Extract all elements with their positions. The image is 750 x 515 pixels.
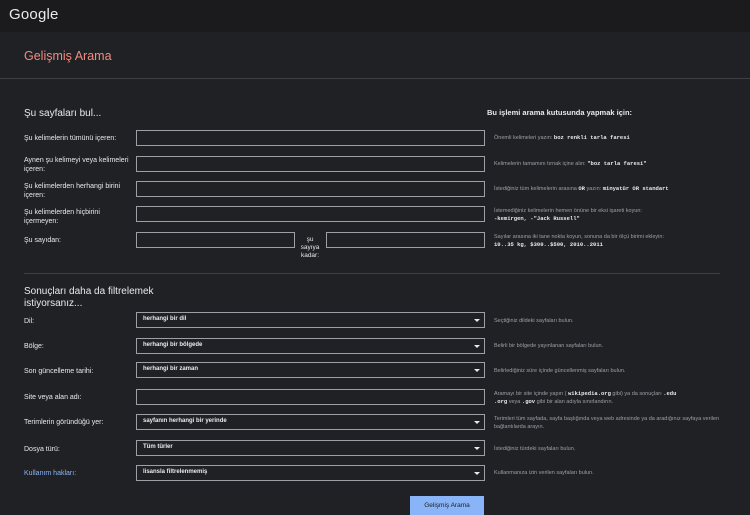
- last-update-select[interactable]: herhangi bir zaman: [136, 362, 485, 378]
- usage-rights-link[interactable]: Kullanım hakları:: [24, 469, 134, 478]
- none-words-label: Şu kelimelerden hiçbirini içermeyen:: [24, 209, 100, 225]
- chevron-down-icon: [474, 472, 480, 475]
- exact-phrase-hint: Kelimelerin tamamını tırnak içine alın: …: [494, 160, 647, 167]
- page-title: Gelişmiş Arama: [24, 49, 112, 63]
- region-select[interactable]: herhangi bir bölgede: [136, 338, 485, 354]
- top-bar: Google: [0, 0, 750, 32]
- last-update-label: Son güncelleme tarihi:: [24, 368, 94, 375]
- advanced-search-button[interactable]: Gelişmiş Arama: [410, 496, 484, 515]
- file-type-select[interactable]: Tüm türler: [136, 440, 485, 456]
- usage-rights-hint: Kullanmanıza izin verilen sayfaları bulu…: [494, 470, 594, 476]
- any-words-input[interactable]: [136, 181, 485, 197]
- site-domain-input[interactable]: [136, 389, 485, 405]
- usage-rights-select[interactable]: lisansla filtrelenmemiş: [136, 465, 485, 481]
- language-label: Dil:: [24, 318, 35, 325]
- chevron-down-icon: [474, 319, 480, 322]
- range-to-input[interactable]: [326, 232, 485, 248]
- number-range-label: Şu sayıdan:: [24, 237, 61, 244]
- chevron-down-icon: [474, 421, 480, 424]
- usage-rights-select-value: lisansla filtrelenmemiş: [143, 469, 208, 475]
- chevron-down-icon: [474, 369, 480, 372]
- file-type-label: Dosya türü:: [24, 446, 60, 453]
- terms-location-hint: Terimleri tüm sayfada, sayfa başlığında …: [494, 416, 720, 430]
- none-words-input[interactable]: [136, 206, 485, 222]
- find-section-heading: Şu sayfaları bul...: [24, 108, 102, 119]
- last-update-select-value: herhangi bir zaman: [143, 366, 199, 372]
- terms-location-select[interactable]: sayfanın herhangi bir yerinde: [136, 414, 485, 430]
- file-type-select-value: Tüm türler: [143, 444, 173, 450]
- exact-phrase-label: Aynen şu kelimeyi veya kelimeleri içeren…: [24, 157, 129, 173]
- any-words-label: Şu kelimelerden herhangi birini içeren:: [24, 183, 121, 199]
- language-select[interactable]: herhangi bir dil: [136, 312, 485, 328]
- site-domain-label: Site veya alan adı:: [24, 394, 82, 401]
- region-label: Bölge:: [24, 343, 44, 350]
- any-words-hint: İstediğiniz tüm kelimelerin arasına OR y…: [494, 185, 669, 192]
- none-words-hint: İstemediğiniz kelimelerin hemen önüne bi…: [494, 208, 642, 222]
- all-words-input[interactable]: [136, 130, 485, 146]
- section-divider: [24, 273, 720, 274]
- region-select-value: herhangi bir bölgede: [143, 342, 203, 348]
- range-between-label: şu sayıya kadar:: [300, 236, 320, 259]
- terms-location-label: Terimlerin göründüğü yer:: [24, 419, 104, 426]
- terms-location-select-value: sayfanın herhangi bir yerinde: [143, 418, 227, 424]
- google-logo[interactable]: Google: [9, 6, 59, 23]
- last-update-hint: Belirlediğiniz süre içinde güncellenmiş …: [494, 368, 626, 374]
- file-type-hint: İstediğiniz türdeki sayfaları bulun.: [494, 446, 576, 452]
- language-hint: Seçtiğiniz dildeki sayfaları bulun.: [494, 318, 574, 324]
- site-domain-hint: Aramayı bir site içinde yapın ( wikipedi…: [494, 390, 677, 405]
- filter-section-heading: Sonuçları daha da filtrelemek istiyorsan…: [24, 286, 154, 309]
- range-from-input[interactable]: [136, 232, 295, 248]
- number-range-hint: Sayılar arasına iki tane nokta koyun, so…: [494, 234, 664, 248]
- language-select-value: herhangi bir dil: [143, 316, 187, 322]
- search-box-heading: Bu işlemi arama kutusunda yapmak için:: [487, 108, 633, 117]
- chevron-down-icon: [474, 447, 480, 450]
- exact-phrase-input[interactable]: [136, 156, 485, 172]
- region-hint: Belirli bir bölgede yayınlanan sayfaları…: [494, 343, 604, 349]
- title-bar: Gelişmiş Arama: [0, 32, 750, 79]
- all-words-hint: Önemli kelimeleri yazın: boz renkli tarl…: [494, 134, 630, 141]
- chevron-down-icon: [474, 345, 480, 348]
- all-words-label: Şu kelimelerin tümünü içeren:: [24, 135, 117, 142]
